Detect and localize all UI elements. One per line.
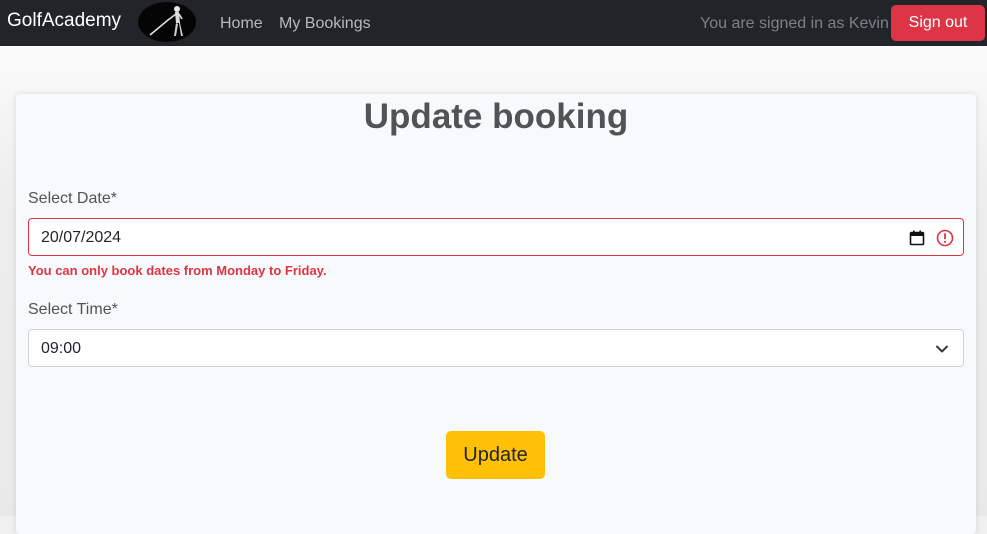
signed-in-text: You are signed in as Kevin	[700, 15, 889, 32]
nav-link-my-bookings[interactable]: My Bookings	[279, 15, 371, 33]
error-circle-icon	[936, 229, 954, 247]
date-input[interactable]: 20/07/2024	[28, 218, 964, 256]
time-select[interactable]: 09:00	[28, 329, 964, 367]
brand-name[interactable]: GolfAcademy	[7, 10, 121, 32]
page-title: Update booking	[363, 97, 629, 136]
update-button[interactable]: Update	[446, 431, 545, 479]
date-label: Select Date*	[28, 190, 117, 207]
date-value: 20/07/2024	[41, 229, 122, 246]
date-error-message: You can only book dates from Monday to F…	[28, 263, 327, 278]
sign-out-button[interactable]: Sign out	[891, 5, 985, 41]
navbar: GolfAcademy Home My Bookings You are sig…	[0, 0, 987, 46]
chevron-down-icon	[936, 345, 948, 353]
update-booking-card: Update booking Select Date* 20/07/2024 Y…	[16, 94, 976, 534]
time-value: 09:00	[41, 340, 82, 357]
nav-link-home[interactable]: Home	[220, 15, 263, 33]
calendar-icon[interactable]	[909, 230, 925, 246]
golfer-logo-icon	[138, 2, 196, 42]
time-label: Select Time*	[28, 301, 118, 318]
